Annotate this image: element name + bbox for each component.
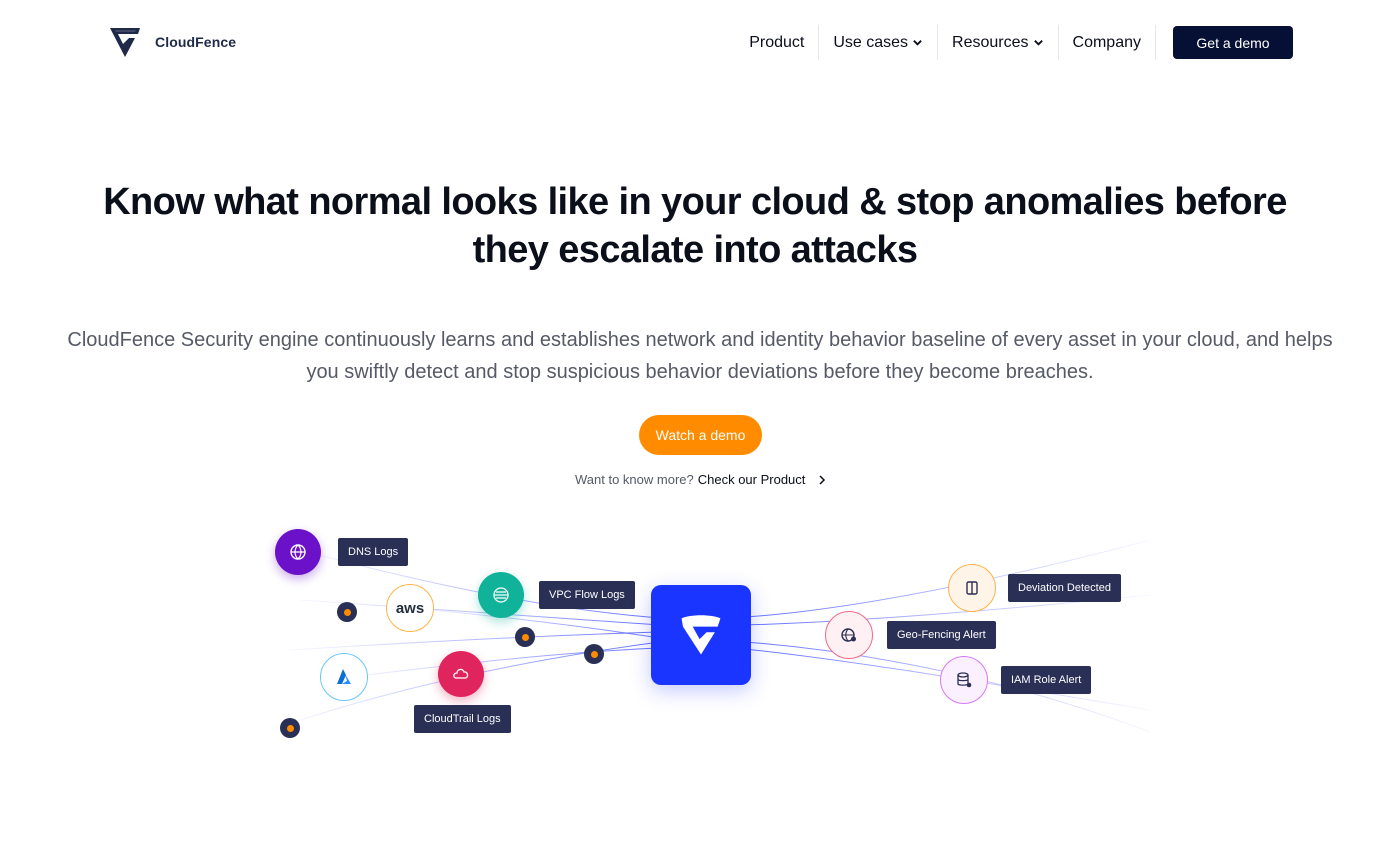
azure-icon (337, 669, 351, 684)
azure-node (320, 653, 368, 701)
learn-more-question: Want to know more? (575, 472, 694, 487)
deviation-detected-tag: Deviation Detected (1008, 574, 1121, 602)
vpc-flow-logs-tag: VPC Flow Logs (539, 581, 635, 609)
flow-dot (337, 602, 357, 622)
chevron-down-icon (1033, 40, 1043, 46)
hero-headline: Know what normal looks like in your clou… (0, 178, 1390, 274)
shield-logo-icon (681, 615, 721, 655)
globe-lock-icon (841, 628, 856, 642)
check-product-link[interactable]: Check our Product (698, 472, 828, 487)
dns-logs-tag: DNS Logs (338, 538, 409, 566)
flow-dot (280, 718, 300, 738)
brand-name: CloudFence (155, 34, 237, 50)
hero-subtitle: CloudFence Security engine continuously … (0, 324, 1390, 388)
vpc-node (478, 572, 524, 618)
geo-fencing-alert-tag: Geo-Fencing Alert (887, 621, 996, 649)
globe-icon (290, 544, 306, 560)
dns-node (275, 529, 321, 575)
learn-more-row: Want to know more? Check our Product (575, 472, 827, 487)
cloudfence-hub (651, 585, 751, 685)
nav-product-label: Product (749, 33, 805, 51)
flow-dot (584, 644, 604, 664)
check-product-label: Check our Product (697, 472, 806, 487)
nav-use-cases[interactable]: Use cases (819, 26, 937, 59)
aws-logo-text: aws (395, 599, 425, 617)
brand-logo[interactable]: CloudFence (107, 24, 236, 60)
data-flow-illustration: DNS Logs aws VPC Flow Logs CloudTrail Lo… (0, 500, 1390, 780)
nav-resources[interactable]: Resources (938, 26, 1057, 59)
main-nav: Product Use cases Resources Company Get … (735, 25, 1293, 60)
deviation-node (948, 564, 996, 612)
subtitle-line-1: CloudFence Security engine continuously … (67, 329, 1333, 351)
cloudtrail-node (438, 651, 484, 697)
network-icon (493, 587, 509, 603)
watch-demo-button[interactable]: Watch a demo (639, 415, 762, 455)
cloud-icon (453, 668, 469, 679)
nav-product[interactable]: Product (735, 26, 818, 59)
split-view-icon (966, 581, 978, 595)
nav-company[interactable]: Company (1059, 26, 1155, 59)
headline-line-2: they escalate into attacks (472, 229, 918, 271)
iam-role-alert-tag: IAM Role Alert (1001, 666, 1092, 694)
iam-node (940, 656, 988, 704)
flow-dot (515, 627, 535, 647)
nav-divider (1155, 25, 1156, 60)
nav-company-label: Company (1072, 33, 1141, 51)
subtitle-line-2: you swiftly detect and stop suspicious b… (306, 361, 1094, 383)
nav-resources-label: Resources (952, 33, 1029, 51)
geofence-node (825, 611, 873, 659)
get-demo-button[interactable]: Get a demo (1173, 26, 1293, 59)
chevron-right-icon (819, 474, 826, 485)
chevron-down-icon (913, 40, 922, 46)
shield-logo-icon (110, 28, 140, 57)
cloudtrail-logs-tag: CloudTrail Logs (414, 705, 511, 733)
nav-use-cases-label: Use cases (833, 33, 909, 51)
database-user-icon (957, 672, 972, 688)
aws-node: aws (386, 584, 434, 632)
headline-line-1: Know what normal looks like in your clou… (103, 181, 1287, 223)
